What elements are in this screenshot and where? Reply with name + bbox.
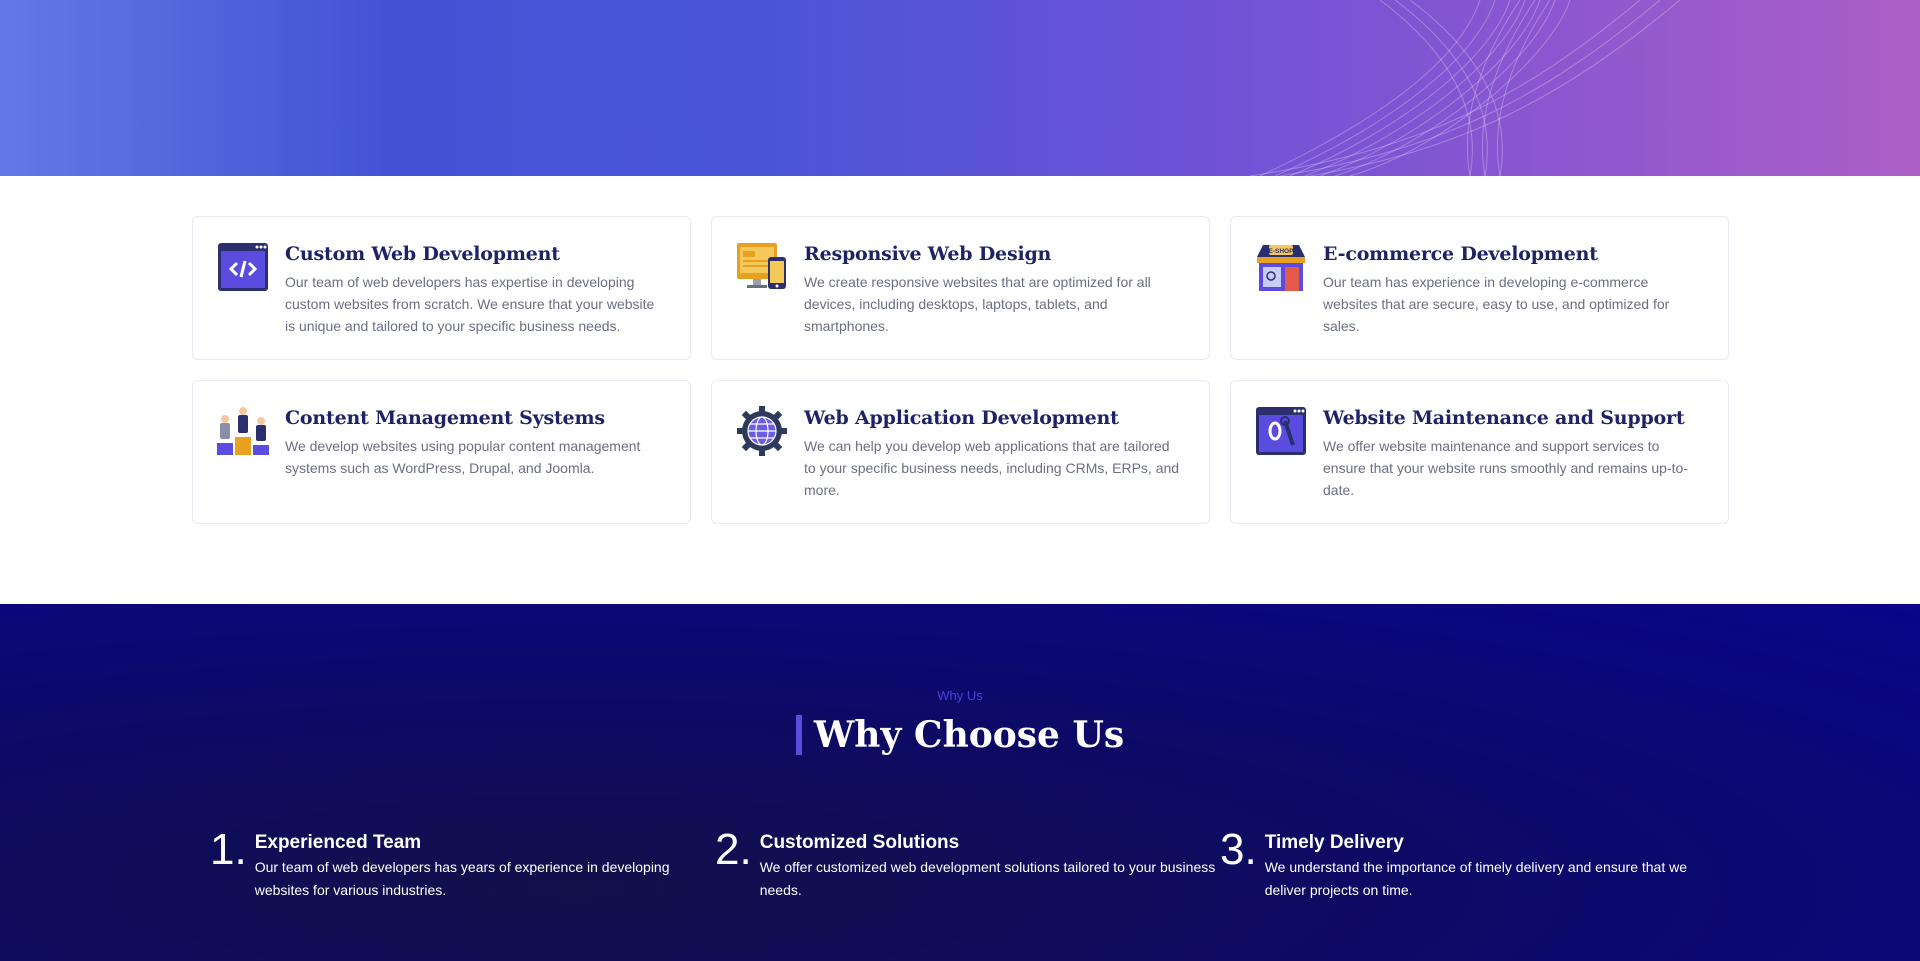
- service-card: Website Maintenance and Support We offer…: [1230, 380, 1729, 524]
- reason-item: 2. Customized Solutions We offer customi…: [715, 828, 1220, 902]
- reason-text: Our team of web developers has years of …: [254, 859, 670, 898]
- hero-banner: [0, 0, 1920, 176]
- reason-text: We offer customized web development solu…: [759, 859, 1216, 898]
- section-kicker: Why Us: [937, 688, 983, 703]
- service-card: Content Management Systems We develop we…: [192, 380, 691, 524]
- e-shop-icon: E-SHOP: [1255, 241, 1307, 293]
- service-title: Web Application Development: [804, 407, 1119, 429]
- service-card: Responsive Web Design We create responsi…: [711, 216, 1210, 360]
- globe-gear-icon: [736, 405, 788, 457]
- service-description: Our team of web developers has expertise…: [285, 274, 655, 334]
- maintenance-tools-icon: [1255, 405, 1307, 457]
- service-description: Our team has experience in developing e-…: [1323, 274, 1670, 334]
- reason-title: Experienced Team: [254, 832, 422, 853]
- service-card: E-SHOP E-commerce Development Our team h…: [1230, 216, 1729, 360]
- section-heading-wrap: Why Choose Us: [0, 714, 1920, 756]
- service-title: Custom Web Development: [285, 243, 560, 265]
- service-card: Custom Web Development Our team of web d…: [192, 216, 691, 360]
- reason-text: We understand the importance of timely d…: [1264, 859, 1688, 898]
- team-podium-icon: [217, 405, 269, 457]
- devices-icon: [736, 241, 788, 293]
- service-title: Content Management Systems: [285, 407, 605, 429]
- reason-number: 2.: [715, 825, 752, 874]
- why-choose-us-section: Why Us Why Choose Us 1. Experienced Team…: [0, 604, 1920, 961]
- service-card: Web Application Development We can help …: [711, 380, 1210, 524]
- section-heading: Why Choose Us: [795, 714, 1125, 756]
- heading-accent-bar: [795, 715, 802, 755]
- service-description: We can help you develop web applications…: [804, 438, 1180, 498]
- reasons-list: 1. Experienced Team Our team of web deve…: [210, 828, 1720, 902]
- e-shop-sign: E-SHOP: [1269, 248, 1295, 255]
- service-title: Responsive Web Design: [804, 243, 1052, 265]
- hero-wave-pattern: [1249, 0, 1681, 176]
- reason-number: 1.: [210, 825, 247, 874]
- code-window-icon: [217, 241, 269, 293]
- service-description: We offer website maintenance and support…: [1323, 438, 1688, 498]
- services-grid: Custom Web Development Our team of web d…: [192, 216, 1729, 524]
- service-title: E-commerce Development: [1323, 243, 1598, 265]
- reason-item: 1. Experienced Team Our team of web deve…: [210, 828, 715, 902]
- service-description: We develop websites using popular conten…: [285, 438, 641, 476]
- service-title: Website Maintenance and Support: [1323, 407, 1685, 429]
- reason-number: 3.: [1220, 825, 1257, 874]
- reason-title: Timely Delivery: [1264, 832, 1404, 853]
- reason-item: 3. Timely Delivery We understand the imp…: [1220, 828, 1725, 902]
- section-heading-text: Why Choose Us: [813, 714, 1125, 756]
- service-description: We create responsive websites that are o…: [804, 274, 1151, 334]
- reason-title: Customized Solutions: [759, 832, 960, 853]
